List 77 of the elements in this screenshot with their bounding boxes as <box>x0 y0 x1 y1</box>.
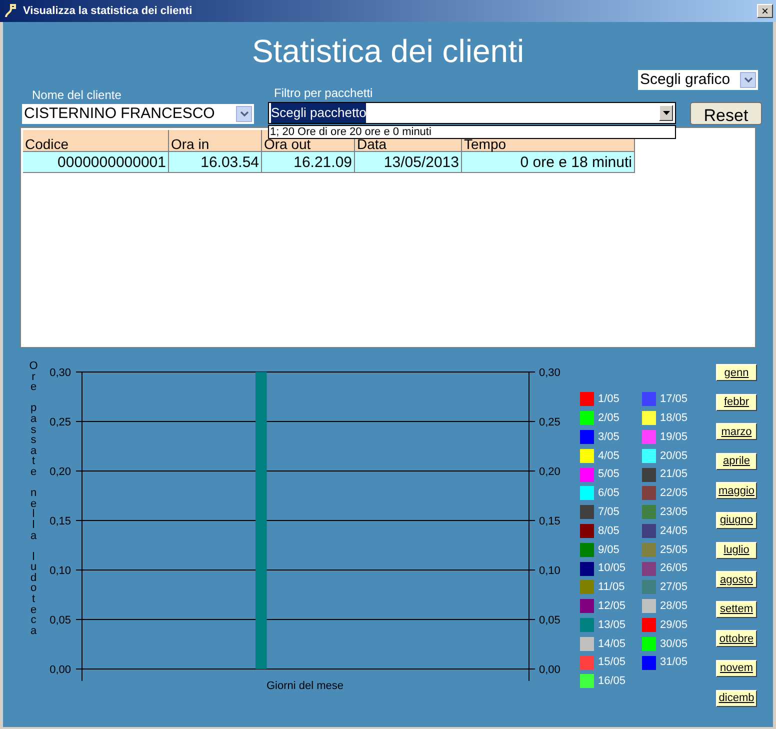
month-button[interactable]: agosto <box>716 571 757 588</box>
chart-select[interactable]: Scegli grafico <box>638 70 758 90</box>
package-select[interactable]: Scegli pacchetto <box>268 102 676 124</box>
legend-label: 27/05 <box>660 580 688 596</box>
legend-label: 3/05 <box>598 430 620 445</box>
page-heading: Statistica dei clienti <box>252 32 524 71</box>
legend-label: 10/05 <box>598 561 626 576</box>
legend-label: 11/05 <box>598 580 625 596</box>
legend-label: 25/05 <box>660 542 688 558</box>
legend-label: 20/05 <box>660 448 688 464</box>
y-tick-label: 0,20 <box>50 466 71 478</box>
legend-label: 7/05 <box>598 504 620 520</box>
y-tick-label: 0,15 <box>50 516 71 528</box>
field-label: Nome del cliente <box>31 87 122 104</box>
legend-label: 19/05 <box>660 430 688 445</box>
legend-label: 16/05 <box>598 674 626 690</box>
y-tick-label: 0,15 <box>539 516 560 528</box>
legend-label: 18/05 <box>660 410 688 426</box>
legend-label: 24/05 <box>660 524 688 539</box>
client-select[interactable]: CISTERNINO FRANCESCO <box>22 104 254 124</box>
reset-button[interactable]: Reset <box>690 102 762 125</box>
month-button[interactable]: settem <box>716 600 757 618</box>
month-button[interactable]: marzo <box>716 423 757 440</box>
legend-label: 14/05 <box>598 636 626 652</box>
month-button[interactable]: febbr <box>716 394 757 411</box>
y-tick-label: 0,25 <box>50 416 71 428</box>
y-tick-label: 0,05 <box>539 614 560 626</box>
column-header: Codice <box>23 130 169 152</box>
y-tick-label: 0,20 <box>539 466 560 478</box>
legend-label: 8/05 <box>598 524 620 539</box>
y-axis-title: Ore passate nella ludoteca <box>28 361 39 639</box>
month-button[interactable]: maggio <box>716 482 757 500</box>
legend-label: 1/05 <box>598 392 620 408</box>
x-axis-title: Giorni del mese <box>266 680 344 692</box>
close-button[interactable]: × <box>757 4 773 18</box>
month-button[interactable]: giugno <box>716 512 757 529</box>
y-tick-label: 0,10 <box>50 565 71 577</box>
month-button[interactable]: novem <box>716 660 757 677</box>
column-header: Ora in <box>169 130 262 152</box>
y-tick-label: 0,00 <box>539 664 560 676</box>
y-tick-label: 0,30 <box>539 367 560 379</box>
legend-label: 12/05 <box>598 598 626 614</box>
app-icon <box>3 3 19 19</box>
legend-label: 22/05 <box>660 486 688 502</box>
legend-label: 5/05 <box>598 467 620 482</box>
legend-label: 9/05 <box>598 542 620 558</box>
field-label: Filtro per pacchetti <box>273 85 374 102</box>
table-cell: 16.03.54 <box>169 152 262 173</box>
legend-label: 29/05 <box>660 618 688 633</box>
y-tick-label: 0,00 <box>50 664 71 676</box>
month-button[interactable]: genn <box>716 364 757 381</box>
legend-label: 28/05 <box>660 598 688 614</box>
y-tick-label: 0,05 <box>50 614 71 626</box>
legend-label: 26/05 <box>660 561 688 576</box>
month-button[interactable]: dicemb <box>716 690 757 707</box>
legend-label: 21/05 <box>660 467 688 482</box>
legend-label: 23/05 <box>660 504 688 520</box>
legend-label: 31/05 <box>660 655 688 670</box>
y-tick-label: 0,25 <box>539 416 560 428</box>
table-cell: 13/05/2013 <box>355 152 462 173</box>
month-button[interactable]: aprile <box>716 452 757 470</box>
y-tick-label: 0,10 <box>539 565 560 577</box>
dropdown-option[interactable]: 1; 20 Ore di ore 20 ore e 0 minuti <box>269 126 675 138</box>
month-button[interactable]: ottobre <box>716 630 757 648</box>
table-cell: 16.21.09 <box>262 152 355 173</box>
legend-label: 15/05 <box>598 655 626 670</box>
legend-label: 2/05 <box>598 410 620 426</box>
window-title: Visualizza la statistica dei clienti <box>23 4 194 19</box>
legend-label: 17/05 <box>660 392 688 408</box>
table-cell: 0 ore e 18 minuti <box>462 152 635 173</box>
table-cell: 0000000000001 <box>23 152 169 173</box>
legend-label: 30/05 <box>660 636 688 652</box>
y-tick-label: 0,30 <box>50 367 71 379</box>
month-button[interactable]: luglio <box>716 542 757 559</box>
legend-label: 4/05 <box>598 448 620 464</box>
legend-label: 13/05 <box>598 618 626 633</box>
legend-label: 6/05 <box>598 486 620 502</box>
